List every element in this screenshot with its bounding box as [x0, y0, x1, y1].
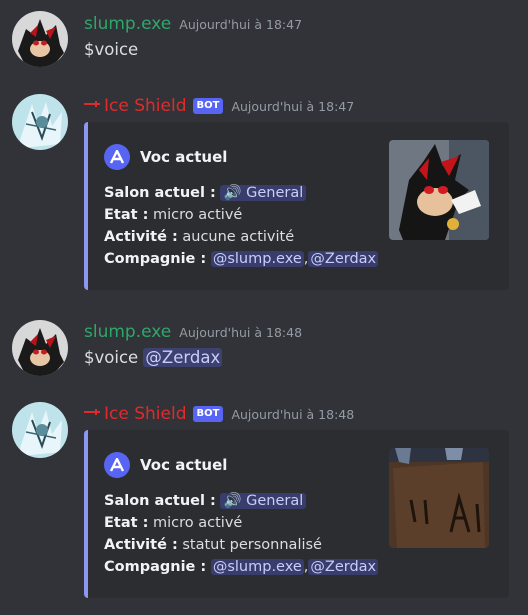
- embed-row-activite: Activité : aucune activité: [104, 226, 378, 248]
- embed-row-salon: Salon actuel : 🔊 General: [104, 490, 378, 512]
- embed-card: Voc actuel Salon actuel : 🔊 General Etat…: [84, 122, 509, 290]
- field-label: Salon actuel :: [104, 185, 216, 201]
- timestamp: Aujourd'hui à 18:47: [231, 98, 355, 114]
- user-mention[interactable]: @Zerdax: [143, 348, 223, 367]
- embed-description: Salon actuel : 🔊 General Etat : micro ac…: [104, 490, 379, 578]
- field-label: Salon actuel :: [104, 493, 216, 509]
- field-label: Compagnie :: [104, 251, 207, 267]
- timestamp: Aujourd'hui à 18:48: [179, 324, 303, 340]
- field-label: Compagnie :: [104, 559, 207, 575]
- field-label: Etat :: [104, 207, 149, 223]
- embed-row-etat: Etat : micro activé: [104, 512, 378, 534]
- channel-name: General: [246, 185, 304, 201]
- speaker-icon: 🔊: [223, 493, 242, 509]
- embed-card: Voc actuel Salon actuel : 🔊 General Etat…: [84, 430, 509, 598]
- message-content: $voice: [84, 40, 138, 59]
- timestamp: Aujourd'hui à 18:48: [231, 406, 355, 422]
- embed-description: Salon actuel : 🔊 General Etat : micro ac…: [104, 182, 379, 270]
- embed-row-etat: Etat : micro activé: [104, 204, 378, 226]
- channel-mention[interactable]: 🔊 General: [220, 185, 307, 201]
- channel-mention[interactable]: 🔊 General: [220, 493, 307, 509]
- embed-thumbnail[interactable]: [389, 448, 489, 548]
- bot-badge: BOT: [192, 98, 224, 114]
- bot-badge: BOT: [192, 406, 224, 422]
- embed-thumbnail[interactable]: [389, 140, 489, 240]
- field-label: Etat :: [104, 515, 149, 531]
- avatar-ice-shield[interactable]: [12, 94, 68, 150]
- embed-row-salon: Salon actuel : 🔊 General: [104, 182, 378, 204]
- field-label: Activité :: [104, 229, 178, 245]
- user-mention[interactable]: @slump.exe: [210, 559, 304, 575]
- user-mention[interactable]: @Zerdax: [308, 251, 379, 267]
- channel-name: General: [246, 493, 304, 509]
- avatar-ice-shield[interactable]: [12, 402, 68, 458]
- message-content: $voice @Zerdax: [84, 348, 223, 367]
- author-name[interactable]: slump.exe: [84, 14, 171, 34]
- field-value: micro activé: [153, 207, 243, 223]
- speaker-icon: 🔊: [223, 185, 242, 201]
- user-mention[interactable]: @Zerdax: [308, 559, 379, 575]
- embed-author-name: Voc actuel: [140, 456, 228, 474]
- timestamp: Aujourd'hui à 18:47: [179, 16, 303, 32]
- field-value: micro activé: [153, 515, 243, 531]
- field-label: Activité :: [104, 537, 178, 553]
- message-text: $voice: [84, 40, 139, 59]
- avatar-slump[interactable]: [12, 320, 68, 376]
- sword-icon: [84, 406, 100, 422]
- avatar-slump[interactable]: [12, 11, 68, 67]
- embed-author: Voc actuel: [104, 452, 227, 478]
- embed-author-name: Voc actuel: [140, 148, 228, 166]
- embed-author: Voc actuel: [104, 144, 227, 170]
- embed-row-compagnie: Compagnie : @slump.exe, @Zerdax: [104, 556, 379, 578]
- author-name[interactable]: Ice Shield: [104, 96, 187, 116]
- embed-row-activite: Activité : statut personnalisé: [104, 534, 378, 556]
- field-value: statut personnalisé: [182, 537, 322, 553]
- message-text: $voice: [84, 348, 139, 367]
- author-name[interactable]: Ice Shield: [104, 404, 187, 424]
- logo-a-icon: [104, 144, 130, 170]
- logo-a-icon: [104, 452, 130, 478]
- embed-row-compagnie: Compagnie : @slump.exe, @Zerdax: [104, 248, 379, 270]
- sword-icon: [84, 98, 100, 114]
- author-name[interactable]: slump.exe: [84, 322, 171, 342]
- user-mention[interactable]: @slump.exe: [210, 251, 304, 267]
- field-value: aucune activité: [182, 229, 295, 245]
